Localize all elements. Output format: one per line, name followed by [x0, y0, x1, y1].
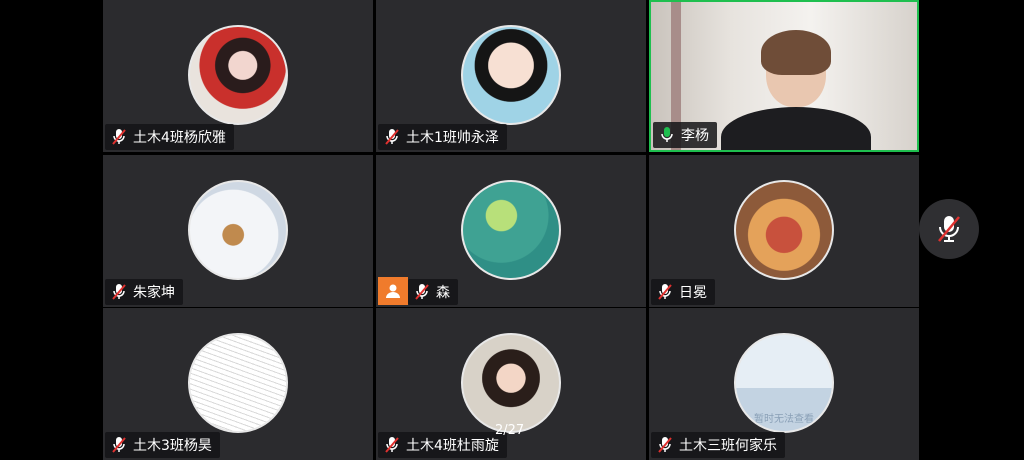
avatar-placeholder: 暂时无法查看 — [734, 333, 834, 433]
mic-muted-icon — [112, 129, 126, 145]
mic-muted-icon — [415, 284, 429, 300]
person-icon — [386, 284, 400, 298]
avatar — [461, 180, 561, 280]
name-tag: 日冕 — [651, 279, 715, 305]
participant-tile[interactable]: 森 — [376, 155, 646, 307]
floating-mic-button[interactable] — [919, 199, 979, 259]
participant-name: 朱家坤 — [133, 285, 175, 301]
avatar — [734, 180, 834, 280]
mic-muted-icon — [658, 284, 672, 300]
avatar — [188, 25, 288, 125]
mic-muted-icon — [938, 216, 960, 242]
participant-name: 森 — [436, 285, 450, 301]
mic-muted-icon — [385, 437, 399, 453]
avatar — [188, 180, 288, 280]
participant-tile[interactable]: 土木1班帅永泽 — [376, 0, 646, 152]
participant-name: 土木1班帅永泽 — [406, 130, 499, 146]
name-tag: 朱家坤 — [105, 279, 183, 305]
avatar — [461, 333, 561, 433]
participant-name: 土木3班杨昊 — [133, 438, 212, 454]
participant-name: 土木三班何家乐 — [679, 438, 777, 454]
avatar — [461, 25, 561, 125]
name-tag: 土木三班何家乐 — [651, 432, 785, 458]
participant-name: 李杨 — [681, 128, 709, 144]
mic-muted-icon — [385, 129, 399, 145]
mic-active-icon — [661, 127, 673, 142]
video-grid: 土木4班杨欣雅 土木1班帅永泽 李杨 朱家坤 森 日冕 土木3班杨昊 土木4班杜… — [103, 0, 921, 460]
page-indicator: 2/27 — [495, 423, 525, 438]
participant-tile[interactable]: 日冕 — [649, 155, 919, 307]
name-tag: 森 — [408, 279, 458, 305]
name-tag: 李杨 — [653, 122, 717, 148]
participant-name: 土木4班杜雨旋 — [406, 438, 499, 454]
name-tag: 土木4班杨欣雅 — [105, 124, 234, 150]
participant-name: 日冕 — [679, 285, 707, 301]
participant-tile[interactable]: 土木3班杨昊 — [103, 308, 373, 460]
avatar-placeholder-text: 暂时无法查看 — [754, 414, 814, 425]
participant-tile-speaking[interactable]: 李杨 — [649, 0, 919, 152]
mic-muted-icon — [658, 437, 672, 453]
avatar — [188, 333, 288, 433]
name-tag: 土木4班杜雨旋 — [378, 432, 507, 458]
host-badge — [378, 277, 408, 305]
mic-muted-icon — [112, 437, 126, 453]
name-tag: 土木3班杨昊 — [105, 432, 220, 458]
name-tag: 土木1班帅永泽 — [378, 124, 507, 150]
participant-tile[interactable]: 朱家坤 — [103, 155, 373, 307]
participant-tile[interactable]: 暂时无法查看 土木三班何家乐 — [649, 308, 919, 460]
participant-name: 土木4班杨欣雅 — [133, 130, 226, 146]
mic-muted-icon — [112, 284, 126, 300]
participant-tile[interactable]: 土木4班杨欣雅 — [103, 0, 373, 152]
